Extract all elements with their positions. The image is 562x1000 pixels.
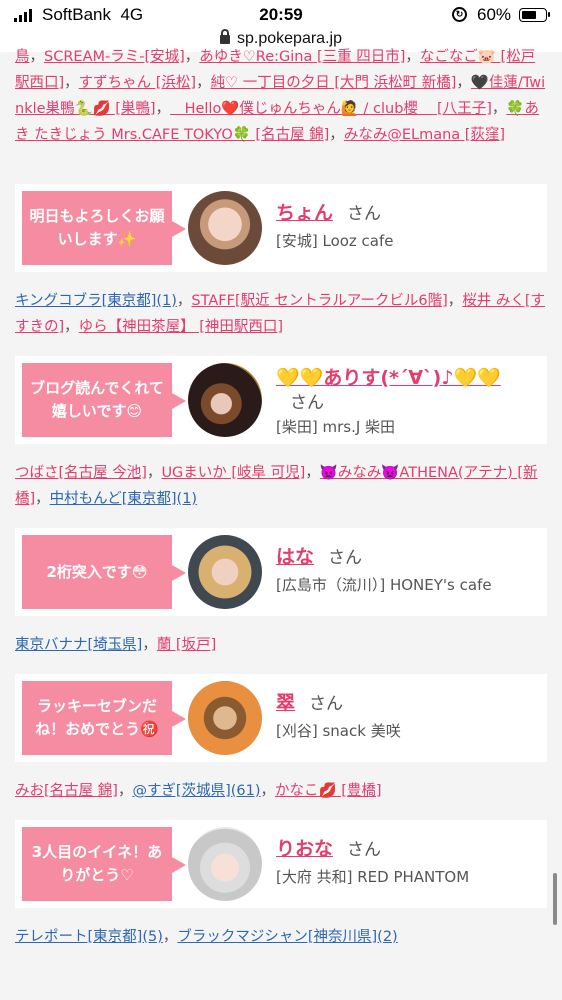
honorific: さん bbox=[309, 694, 344, 714]
girl-name-link[interactable]: はな bbox=[276, 546, 314, 568]
separator: ， bbox=[260, 783, 276, 799]
girl-name: 翠さん bbox=[276, 691, 526, 716]
separator: ， bbox=[29, 49, 45, 65]
liker-link[interactable]: ＿Hello❤️僕じゅんちゃん🙋 / club櫻＿ [八王子] bbox=[170, 101, 492, 117]
honorific: さん bbox=[290, 393, 324, 413]
message-bubble: 明日もよろしくお願いします✨ bbox=[22, 191, 186, 265]
like-card[interactable]: ラッキーセブンだね！おめでとう㊗️ 翠さん [刈谷] snack 美咲 bbox=[15, 674, 547, 762]
separator: ， bbox=[305, 465, 320, 481]
liker-link[interactable]: つばさ[名古屋 今池] bbox=[15, 465, 147, 481]
like-card[interactable]: ブログ読んでくれて嬉しいです😊 💛💛ありす(*´∀`)♪💛💛 さん [柴田] mrs.… bbox=[15, 356, 547, 444]
avatar[interactable] bbox=[188, 827, 262, 901]
top-liker-list: 鳥，SCREAM-ラミ-[安城]，あゆき♡Re:Gina [三重 四日市]，なご… bbox=[0, 44, 562, 184]
avatar[interactable] bbox=[188, 363, 262, 437]
liker-link[interactable]: ブラックマジシャン[神奈川県](2) bbox=[177, 929, 397, 945]
separator: ， bbox=[176, 293, 192, 309]
separator: ， bbox=[184, 49, 200, 65]
like-card[interactable]: 明日もよろしくお願いします✨ ちょん さん [安城] Looz cafe bbox=[15, 184, 547, 272]
separator: ， bbox=[196, 75, 211, 91]
liker-link[interactable]: ゆら【神田茶屋】 [神田駅西口] bbox=[79, 319, 283, 335]
lock-icon bbox=[220, 29, 231, 44]
liker-link[interactable]: UGまいか [岐阜 可児] bbox=[161, 465, 305, 481]
liker-link[interactable]: あゆき♡Re:Gina [三重 四日市] bbox=[199, 49, 405, 65]
shop-label: [広島市（流川）] HONEY's cafe bbox=[276, 576, 492, 594]
separator: ， bbox=[405, 49, 420, 65]
liker-list: キングコブラ[東京都](1)，STAFF[駅近 セントラルアークビル6階]，桜井… bbox=[0, 272, 562, 356]
liker-link[interactable]: すずちゃん [浜松] bbox=[79, 75, 196, 91]
separator: ， bbox=[64, 75, 79, 91]
liker-link[interactable]: キングコブラ[東京都](1) bbox=[15, 293, 177, 309]
separator: ， bbox=[146, 465, 162, 481]
honorific: さん bbox=[347, 204, 382, 224]
status-bar: SoftBank 4G 20:59 ↻ 60% bbox=[0, 0, 562, 30]
liker-link[interactable]: @すぎ[茨城県](61) bbox=[132, 783, 260, 799]
shop-label: [柴田] mrs.J 柴田 bbox=[276, 418, 396, 436]
message-bubble: ラッキーセブンだね！おめでとう㊗️ bbox=[22, 681, 186, 755]
separator: ， bbox=[162, 929, 178, 945]
message-bubble: 2桁突入です😳 bbox=[22, 535, 186, 609]
separator: ， bbox=[155, 101, 171, 117]
scrollbar[interactable] bbox=[553, 873, 557, 925]
orientation-lock-icon: ↻ bbox=[452, 7, 467, 22]
girl-name-link[interactable]: りおな bbox=[276, 838, 333, 860]
liker-link[interactable]: STAFF[駅近 セントラルアークビル6階] bbox=[191, 293, 447, 309]
like-card[interactable]: 3人目のイイネ！ありがとう♡ りおな さん [大府 共和] RED PHANTOM bbox=[15, 820, 547, 908]
message-bubble: ブログ読んでくれて嬉しいです😊 bbox=[22, 363, 186, 437]
message-text: 明日もよろしくお願いします✨ bbox=[29, 207, 165, 248]
shop-label: [安城] Looz cafe bbox=[276, 232, 394, 250]
girl-name-link[interactable]: ちょん bbox=[276, 202, 333, 224]
battery-percent: 60% bbox=[477, 5, 512, 24]
separator: ， bbox=[491, 101, 507, 117]
separator: ， bbox=[117, 783, 133, 799]
liker-link[interactable]: 東京バナナ[埼玉県] bbox=[15, 637, 142, 653]
avatar[interactable] bbox=[188, 681, 262, 755]
message-text: ラッキーセブンだね！おめでとう㊗️ bbox=[35, 697, 159, 738]
liker-link[interactable]: 中村もんど[東京都](1) bbox=[50, 491, 197, 507]
message-bubble: 3人目のイイネ！ありがとう♡ bbox=[22, 827, 186, 901]
girl-name-link[interactable]: 翠 bbox=[276, 692, 295, 714]
like-feed: 鳥，SCREAM-ラミ-[安城]，あゆき♡Re:Gina [三重 四日市]，なご… bbox=[0, 49, 562, 966]
girl-name-link[interactable]: 💛💛ありす(*´∀`)♪💛💛 bbox=[276, 367, 501, 389]
separator: ， bbox=[329, 127, 344, 143]
honorific: さん bbox=[328, 548, 363, 568]
girl-name: はな さん bbox=[276, 545, 526, 570]
liker-link[interactable]: テレポート[東京都](5) bbox=[15, 929, 163, 945]
message-text: ブログ読んでくれて嬉しいです😊 bbox=[30, 379, 164, 420]
liker-list: みお[名古屋 錦]，@すぎ[茨城県](61)，かなこ💋 [豊橋] bbox=[0, 762, 562, 820]
shop-label: [大府 共和] RED PHANTOM bbox=[276, 868, 470, 886]
separator: ， bbox=[64, 319, 79, 335]
separator: ， bbox=[35, 491, 50, 507]
girl-name: りおな さん bbox=[276, 837, 526, 862]
liker-link[interactable]: SCREAM-ラミ-[安城] bbox=[44, 49, 185, 65]
message-text: 3人目のイイネ！ありがとう♡ bbox=[31, 843, 163, 884]
separator: ， bbox=[456, 75, 471, 91]
avatar[interactable] bbox=[188, 535, 262, 609]
liker-link[interactable]: 蘭 [坂戸] bbox=[157, 637, 216, 653]
girl-name: ちょん さん bbox=[276, 201, 526, 226]
honorific: さん bbox=[347, 840, 382, 860]
liker-link[interactable]: みなみ@ELmana [荻窪] bbox=[344, 127, 505, 143]
separator: ， bbox=[447, 293, 463, 309]
liker-link[interactable]: かなこ💋 [豊橋] bbox=[275, 783, 381, 799]
avatar[interactable] bbox=[188, 191, 262, 265]
separator: ， bbox=[142, 637, 157, 653]
message-text: 2桁突入です😳 bbox=[46, 562, 148, 581]
battery-icon bbox=[519, 8, 550, 22]
liker-link[interactable]: 純♡ 一丁目の夕日 [大門 浜松町 新橋] bbox=[211, 75, 457, 91]
liker-list: 東京バナナ[埼玉県]，蘭 [坂戸] bbox=[0, 616, 562, 674]
liker-link[interactable]: みお[名古屋 錦] bbox=[15, 783, 118, 799]
girl-name: 💛💛ありす(*´∀`)♪💛💛 さん bbox=[276, 366, 526, 415]
like-card[interactable]: 2桁突入です😳 はな さん [広島市（流川）] HONEY's cafe bbox=[15, 528, 547, 616]
shop-label: [刈谷] snack 美咲 bbox=[276, 722, 401, 740]
liker-list: テレポート[東京都](5)，ブラックマジシャン[神奈川県](2) bbox=[0, 908, 562, 966]
liker-link[interactable]: 鳥 bbox=[15, 49, 30, 65]
liker-list: つばさ[名古屋 今池]，UGまいか [岐阜 可児]，👿みなみ👿ATHENA(アテ… bbox=[0, 444, 562, 528]
